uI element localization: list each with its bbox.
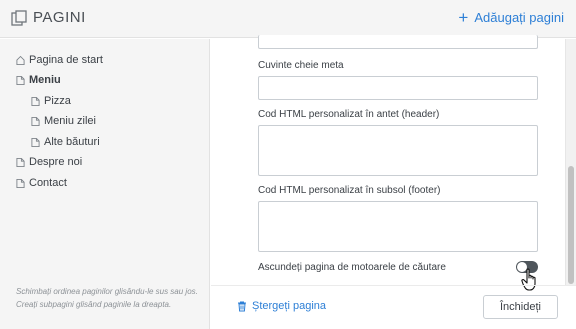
sidebar-item-label: Despre noi [29,156,83,168]
pages-icon [11,10,27,26]
page-icon [31,116,40,126]
header-html-label: Cod HTML personalizat în antet (header) [258,109,440,120]
add-pages-button[interactable]: + Adăugați pagini [458,7,564,27]
hide-search-label: Ascundeți pagina de motoarele de căutare [258,262,446,273]
sidebar-hint: Schimbați ordinea paginilor glisându-le … [16,287,198,309]
footer-html-textarea[interactable] [258,201,538,252]
meta-keywords-label: Cuvinte cheie meta [258,60,344,71]
hand-cursor-icon [521,268,536,291]
sidebar-item-label: Contact [29,177,67,189]
delete-page-button[interactable]: Ștergeți pagina [237,300,326,312]
header-html-textarea[interactable] [258,125,538,176]
sidebar-item-label: Meniu [29,74,61,86]
sidebar-item-home[interactable]: Pagina de start [16,53,103,67]
page-title: PAGINI [33,9,86,26]
sidebar: Pagina de start Meniu Pizza Meniu zilei … [0,39,210,329]
footer-divider [211,285,576,286]
home-icon [16,55,25,65]
sidebar-item-alte-bauturi[interactable]: Alte băuturi [31,135,100,149]
sidebar-item-contact[interactable]: Contact [16,176,67,190]
sidebar-item-meniu-zilei[interactable]: Meniu zilei [31,114,96,128]
page-icon [31,96,40,106]
page-settings-panel: Cuvinte cheie meta Cod HTML personalizat… [211,35,576,329]
page-icon [16,178,25,188]
sidebar-item-despre-noi[interactable]: Despre noi [16,155,82,169]
footer-html-label: Cod HTML personalizat în subsol (footer) [258,185,441,196]
sidebar-item-pizza[interactable]: Pizza [31,94,71,108]
plus-icon: + [458,7,469,27]
page-icon [16,75,25,85]
trash-icon [238,301,246,311]
add-pages-label: Adăugați pagini [474,10,564,25]
sidebar-item-label: Alte băuturi [44,136,100,148]
sidebar-item-meniu[interactable]: Meniu [16,73,61,87]
page-icon [31,137,40,147]
delete-page-label: Ștergeți pagina [252,300,326,312]
scrollbar-thumb[interactable] [568,166,574,284]
sidebar-item-label: Meniu zilei [44,115,96,127]
page-icon [16,157,25,167]
meta-keywords-input[interactable] [258,76,538,100]
sidebar-item-label: Pagina de start [29,54,103,66]
sidebar-item-label: Pizza [44,95,71,107]
app-header: PAGINI + Adăugați pagini [0,0,576,38]
previous-field-input[interactable] [258,35,538,49]
scrollbar[interactable] [565,39,576,285]
close-button[interactable]: Închideți [483,295,558,319]
